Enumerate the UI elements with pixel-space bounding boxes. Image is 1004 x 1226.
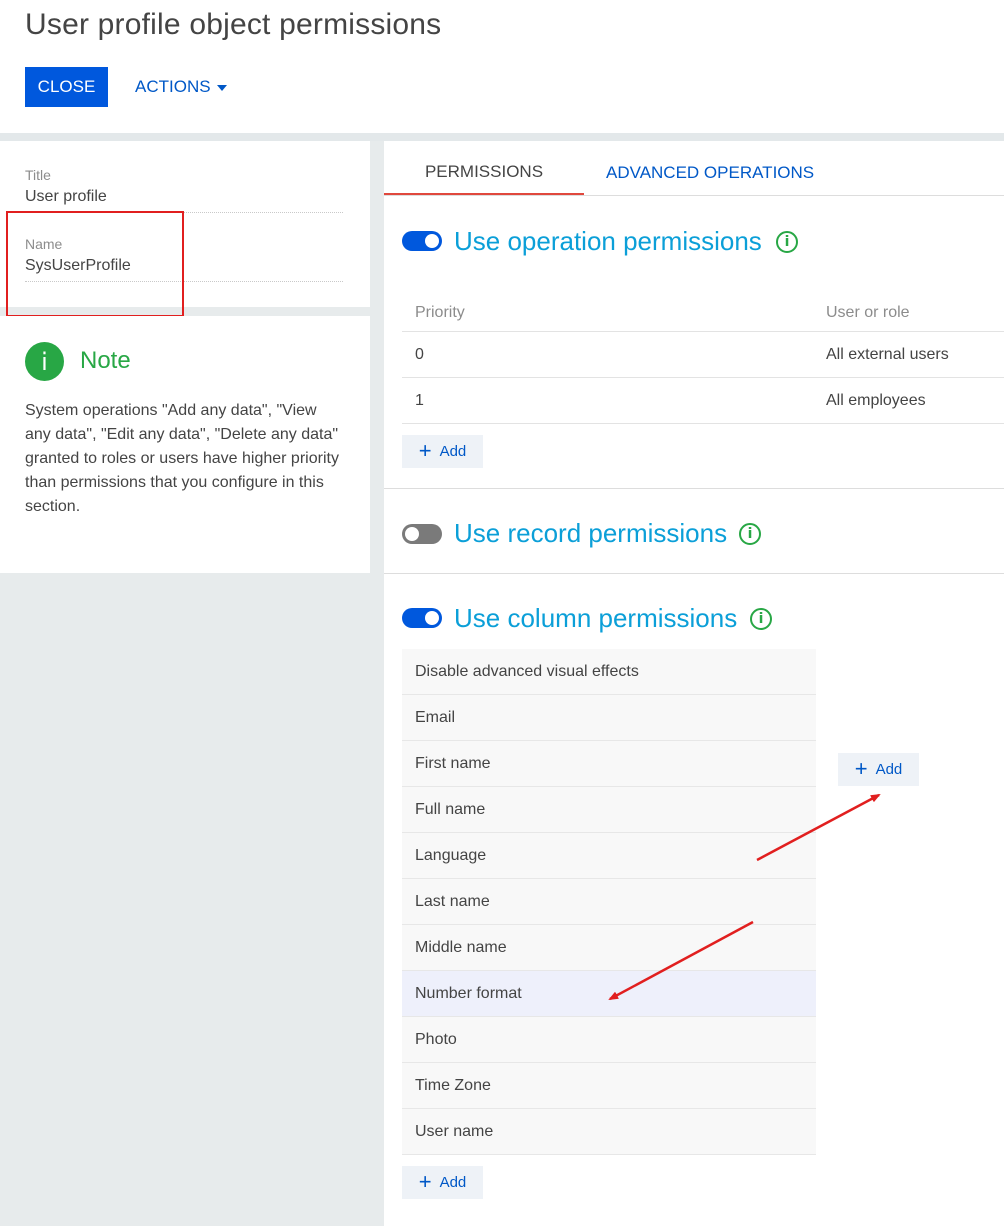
list-item[interactable]: Last name [402, 879, 816, 925]
column-permissions-title: Use column permissions [454, 603, 738, 633]
table-row[interactable]: 0 All external users [402, 332, 1004, 378]
list-item[interactable]: First name [402, 741, 816, 787]
caret-down-icon [216, 85, 227, 91]
operation-permissions-toggle[interactable] [402, 231, 442, 251]
actions-dropdown[interactable]: ACTIONS [135, 67, 227, 107]
operation-info-icon[interactable]: i [776, 231, 798, 253]
tabs-divider [384, 195, 1004, 196]
plus-icon: + [854, 755, 868, 781]
add-label: Add [439, 443, 467, 460]
toggle-knob [405, 527, 419, 541]
column-name: Photo [415, 1031, 457, 1048]
note-text: System operations "Add any data", "View … [25, 402, 339, 515]
section-divider [384, 488, 1004, 489]
add-operation-button[interactable]: + Add [402, 435, 483, 468]
header-divider [0, 133, 1004, 141]
list-item[interactable]: Disable advanced visual effects [402, 649, 816, 695]
column-name: Disable advanced visual effects [415, 663, 639, 680]
column-name: Email [415, 709, 456, 726]
title-value[interactable]: User profile [25, 188, 107, 206]
user-or-role-cell: All external users [826, 346, 949, 363]
add-column-access-button[interactable]: + Add [838, 753, 919, 786]
column-permissions-toggle[interactable] [402, 608, 442, 628]
record-info-icon[interactable]: i [739, 523, 761, 545]
add-label: Add [439, 1174, 467, 1191]
actions-label: ACTIONS [135, 77, 211, 96]
list-item[interactable]: Email [402, 695, 816, 741]
column-name: Number format [415, 985, 522, 1002]
user-or-role-column-header[interactable]: User or role [826, 304, 910, 322]
add-label: Add [875, 761, 903, 778]
list-item[interactable]: Full name [402, 787, 816, 833]
record-permissions-toggle[interactable] [402, 524, 442, 544]
name-highlight-box [6, 211, 184, 317]
column-name: Full name [415, 801, 486, 818]
toggle-knob [425, 611, 439, 625]
tab-advanced-operations[interactable]: ADVANCED OPERATIONS [606, 150, 814, 195]
plus-icon: + [418, 437, 432, 463]
column-name: Time Zone [415, 1077, 491, 1094]
column-name: Last name [415, 893, 490, 910]
priority-cell: 0 [415, 346, 424, 363]
priority-column-header[interactable]: Priority [415, 304, 465, 322]
table-row[interactable]: 1 All employees [402, 378, 1004, 424]
column-info-icon[interactable]: i [750, 608, 772, 630]
plus-icon: + [418, 1168, 432, 1194]
priority-cell: 1 [415, 392, 424, 409]
section-divider [384, 573, 1004, 574]
list-item[interactable]: Middle name [402, 925, 816, 971]
add-column-button[interactable]: + Add [402, 1166, 483, 1199]
note-title: Note [80, 347, 131, 374]
list-item-selected[interactable]: Number format [402, 971, 816, 1017]
panel-gutter [370, 141, 384, 1226]
record-permissions-title: Use record permissions [454, 518, 728, 548]
column-name: Language [415, 847, 487, 864]
toggle-knob [425, 234, 439, 248]
tab-permissions[interactable]: PERMISSIONS [384, 150, 584, 195]
column-name: User name [415, 1123, 494, 1140]
list-item[interactable]: Time Zone [402, 1063, 816, 1109]
column-name: Middle name [415, 939, 507, 956]
list-item[interactable]: User name [402, 1109, 816, 1155]
list-item[interactable]: Language [402, 833, 816, 879]
close-button[interactable]: CLOSE [25, 67, 108, 107]
operation-permissions-title: Use operation permissions [454, 226, 762, 256]
info-circle-icon: i [25, 342, 64, 381]
page-title: User profile object permissions [25, 8, 442, 41]
title-caption: Title [25, 167, 51, 183]
user-or-role-cell: All employees [826, 392, 926, 409]
list-item[interactable]: Photo [402, 1017, 816, 1063]
column-name: First name [415, 755, 491, 772]
